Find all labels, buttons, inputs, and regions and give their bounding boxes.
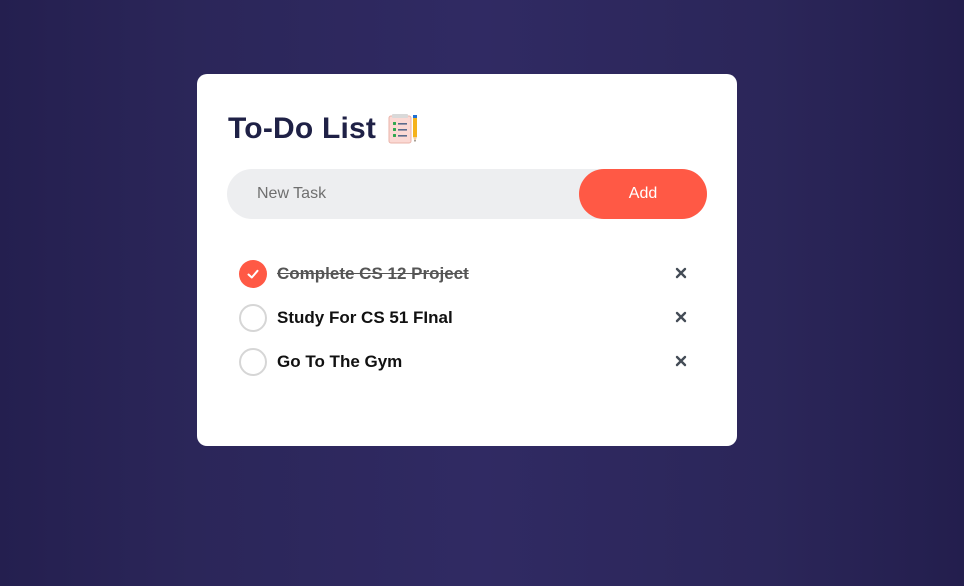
notepad-checklist-icon (386, 113, 419, 145)
unchecked-circle-icon[interactable] (239, 348, 267, 376)
checked-icon[interactable] (239, 260, 267, 288)
task-label: Complete CS 12 Project (277, 264, 469, 283)
close-icon[interactable] (673, 264, 689, 282)
unchecked-circle-icon[interactable] (239, 304, 267, 332)
title-row: To-Do List (228, 112, 419, 146)
page-title: To-Do List (228, 112, 377, 145)
list-item[interactable]: Study For CS 51 FInal (239, 296, 695, 340)
task-list: Complete CS 12 Project Study For CS 51 F… (239, 252, 695, 384)
add-button[interactable]: Add (579, 169, 707, 219)
list-item[interactable]: Go To The Gym (239, 340, 695, 384)
task-label: Study For CS 51 FInal (277, 308, 453, 327)
todo-card: To-Do List Add (197, 74, 737, 446)
close-icon[interactable] (673, 308, 689, 326)
list-item[interactable]: Complete CS 12 Project (239, 252, 695, 296)
new-task-bar: Add (227, 169, 707, 219)
task-label: Go To The Gym (277, 352, 403, 371)
new-task-input[interactable] (227, 169, 577, 219)
close-icon[interactable] (673, 352, 689, 370)
